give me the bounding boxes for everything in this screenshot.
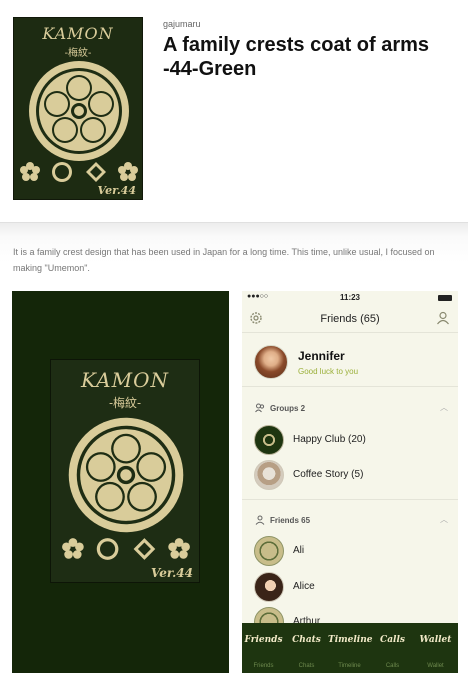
friends-section-label: Friends 65	[270, 516, 311, 525]
tab-label: Friends	[244, 635, 283, 645]
group-avatar	[254, 425, 284, 455]
friend-name: Alice	[293, 581, 315, 592]
list-item[interactable]: Alice	[242, 570, 458, 604]
battery-icon	[438, 295, 452, 301]
plum-crest-icon	[29, 61, 129, 161]
tab-sublabel: Calls	[385, 663, 400, 669]
tab-sublabel: Wallet	[427, 663, 444, 669]
screenshot-friends-list[interactable]: ●●●○○ 11:23 Friends (65) Jennifer Good l…	[242, 291, 458, 673]
my-name: Jennifer	[298, 349, 345, 363]
tab-friends[interactable]: Friends Friends	[242, 623, 285, 673]
my-profile-row[interactable]: Jennifer Good luck to you	[242, 339, 458, 387]
app-header: KAMON -梅紋- Ver.44 gajumaru A family cres…	[0, 0, 468, 210]
groups-section-header[interactable]: Groups 2 ︿	[242, 397, 458, 419]
tab-sublabel: Friends	[253, 663, 274, 669]
author-name[interactable]: gajumaru	[163, 19, 201, 29]
friend-avatar	[254, 536, 284, 566]
group-avatar	[254, 460, 284, 490]
icon-brand-text: KAMON	[42, 24, 114, 43]
tab-bar: Friends Friends Chats Chats Timeline Tim…	[242, 623, 458, 673]
preview-version-text: Ver.44	[151, 566, 193, 580]
person-icon	[255, 515, 265, 525]
tab-label: Chats	[292, 635, 321, 645]
screenshot-theme-preview[interactable]: KAMON -梅紋- Ver.44	[12, 291, 229, 673]
friend-avatar	[254, 572, 284, 602]
tab-calls[interactable]: Calls Calls	[371, 623, 414, 673]
tab-chats[interactable]: Chats Chats	[285, 623, 328, 673]
tab-wallet[interactable]: Wallet Wallet	[414, 623, 457, 673]
chevron-up-icon[interactable]: ︿	[440, 514, 448, 525]
status-clock: 11:23	[339, 293, 361, 302]
tab-sublabel: Timeline	[338, 663, 361, 669]
friends-section-header[interactable]: Friends 65 ︿	[242, 509, 458, 531]
group-name: Happy Club (20)	[293, 434, 366, 445]
app-title: A family crests coat of arms -44-Green	[163, 34, 430, 80]
app-description: It is a family crest design that has bee…	[13, 247, 435, 273]
nav-bar: Friends (65)	[242, 305, 458, 333]
tab-timeline[interactable]: Timeline Timeline	[328, 623, 373, 673]
preview-brand-text: KAMON	[81, 368, 169, 392]
preview-subtitle-text: -梅紋-	[108, 396, 142, 410]
divider	[242, 499, 458, 500]
group-name: Coffee Story (5)	[293, 469, 364, 480]
plum-crest-icon	[68, 417, 184, 533]
groups-section-label: Groups 2	[270, 404, 306, 413]
mini-crests-row-icon	[20, 162, 138, 182]
status-bar: ●●●○○ 11:23	[242, 291, 458, 305]
avatar	[254, 345, 288, 379]
person-icon[interactable]	[436, 311, 450, 325]
group-icon	[255, 403, 265, 413]
tab-label: Timeline	[328, 635, 373, 645]
mini-crests-row-icon	[62, 538, 190, 560]
tab-label: Wallet	[419, 635, 452, 645]
tab-sublabel: Chats	[298, 663, 315, 669]
friend-name: Ali	[293, 545, 305, 556]
nav-title: Friends (65)	[320, 313, 380, 325]
tab-label: Calls	[380, 635, 405, 645]
crest-panel: KAMON -梅紋- Ver.44	[50, 359, 200, 583]
app-icon[interactable]: KAMON -梅紋- Ver.44	[13, 17, 143, 200]
list-item[interactable]: Ali	[242, 534, 458, 568]
list-item[interactable]: Happy Club (20)	[242, 423, 458, 457]
list-item[interactable]: Coffee Story (5)	[242, 458, 458, 492]
icon-version-text: Ver.44	[97, 184, 136, 197]
my-status-message: Good luck to you	[298, 367, 359, 376]
chevron-up-icon[interactable]: ︿	[440, 402, 448, 413]
